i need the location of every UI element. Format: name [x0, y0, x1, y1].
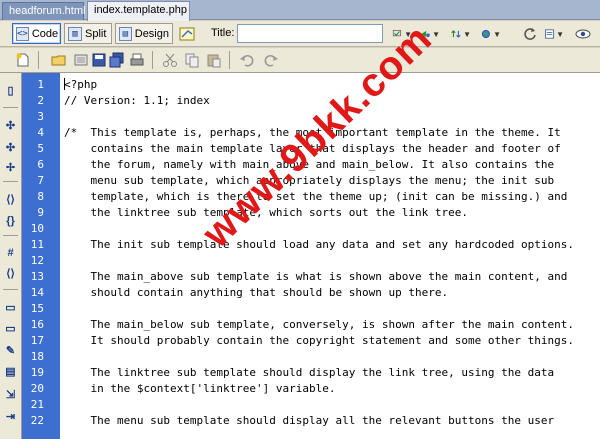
split-view-button[interactable]: ▥ Split [64, 23, 112, 44]
toolbar-separator [3, 289, 18, 290]
line-number: 17 [30, 334, 44, 347]
line-number: 16 [30, 318, 44, 331]
line-number: 7 [37, 174, 44, 187]
code-line: the forum, namely with main_above and ma… [64, 158, 555, 171]
cut-icon[interactable] [161, 51, 179, 69]
line-numbers-icon[interactable]: # [2, 244, 19, 261]
line-number: 22 [30, 414, 44, 427]
save-icon[interactable] [90, 51, 108, 69]
document-tab-bar: headforum.html index.template.php [0, 0, 600, 21]
line-number: 4 [37, 126, 44, 139]
copy-icon[interactable] [183, 51, 201, 69]
code-line: contains the main template layer that di… [64, 142, 561, 155]
code-line: <?php [64, 78, 98, 91]
recent-snippets-icon[interactable]: ▤ [2, 363, 19, 380]
split-view-label: Split [85, 27, 107, 40]
toolbar-separator [3, 107, 18, 108]
line-number: 14 [30, 286, 44, 299]
toolbar-separator [229, 51, 230, 69]
redo-icon[interactable] [262, 51, 280, 69]
title-label: Title: [211, 27, 235, 39]
debug-icon[interactable]: ▼ [451, 24, 471, 44]
wrap-tag-icon[interactable]: ✎ [2, 342, 19, 359]
toolbar-separator [152, 51, 153, 69]
print-icon[interactable] [128, 51, 146, 69]
design-view-label: Design [134, 27, 169, 40]
paste-icon[interactable] [205, 51, 223, 69]
balance-braces-icon[interactable]: {} [2, 212, 19, 229]
line-number: 5 [37, 142, 44, 155]
design-view-icon: ▤ [119, 26, 132, 41]
line-number: 10 [30, 222, 44, 235]
line-number: 1 [37, 78, 44, 91]
line-number: 3 [37, 110, 44, 123]
line-number: 8 [37, 190, 44, 203]
undo-icon[interactable] [238, 51, 256, 69]
line-number: 12 [30, 254, 44, 267]
expand-all-icon[interactable]: ✢ [2, 159, 19, 176]
text-cursor [64, 78, 65, 90]
line-number: 15 [30, 302, 44, 315]
indent-code-icon[interactable]: ⇥ [2, 408, 19, 425]
collapse-selection-icon[interactable]: ✣ [2, 139, 19, 156]
code-view-label: Code [31, 27, 59, 40]
line-number: 20 [30, 382, 44, 395]
line-number: 2 [37, 94, 44, 107]
tab-headforum[interactable]: headforum.html [2, 2, 85, 20]
remove-comment-icon[interactable]: ▭ [2, 320, 19, 337]
code-view-icon: <> [16, 26, 29, 41]
open-folder-icon[interactable] [50, 51, 68, 69]
browse-bridge-icon[interactable] [72, 51, 90, 69]
code-line: The main_above sub template is what is s… [64, 270, 568, 283]
move-css-icon[interactable]: ⇲ [2, 386, 19, 403]
code-line: The init sub template should load any da… [64, 238, 574, 251]
open-documents-icon[interactable]: ▯ [2, 82, 19, 99]
apply-comment-icon[interactable]: ▭ [2, 299, 19, 316]
code-line: The main_below sub template, conversely,… [64, 318, 574, 331]
code-line: menu sub template, which appropriately d… [64, 174, 555, 187]
code-line: in the $context['linktree'] variable. [64, 382, 336, 395]
toolbar-separator [3, 235, 18, 236]
line-number: 11 [30, 238, 44, 251]
split-view-icon: ▥ [68, 26, 82, 41]
line-number: 6 [37, 158, 44, 171]
code-line: It should probably contain the copyright… [64, 334, 574, 347]
file-management-icon[interactable]: ▼ [392, 24, 412, 44]
code-line: The linktree sub template should display… [64, 366, 555, 379]
code-view-button[interactable]: <> Code [12, 23, 61, 44]
view-options-icon[interactable]: ▼ [544, 24, 564, 44]
save-all-icon[interactable] [108, 51, 126, 69]
code-line: should contain anything that should be s… [64, 286, 449, 299]
line-number: 19 [30, 366, 44, 379]
line-number: 21 [30, 398, 44, 411]
refresh-icon[interactable] [520, 24, 540, 44]
code-editor[interactable]: <?php // Version: 1.1; index /* This tem… [60, 73, 600, 439]
toolbar-separator [38, 51, 39, 69]
select-parent-tag-icon[interactable]: ⟨⟩ [2, 191, 19, 208]
highlight-invalid-code-icon[interactable]: ⟨⟩ [2, 265, 19, 282]
collapse-full-tag-icon[interactable]: ✣ [2, 117, 19, 134]
browser-check-icon[interactable]: ▼ [481, 24, 501, 44]
code-line: /* This template is, perhaps, the most i… [64, 126, 561, 139]
toolbar-separator [3, 181, 18, 182]
code-line: // Version: 1.1; index [64, 94, 210, 107]
new-document-icon[interactable] [14, 51, 32, 69]
line-number: 13 [30, 270, 44, 283]
coding-toolbar: ▯ ✣ ✣ ✢ ⟨⟩ {} # ⟨⟩ ▭ ▭ ✎ ▤ ⇲ ⇥ [0, 73, 22, 439]
preview-browser-icon[interactable]: ▼ [420, 24, 440, 44]
live-view-icon[interactable] [178, 24, 198, 44]
line-number-gutter: 1 2 3 4 5 6 7 8 9 10 11 12 13 14 15 16 1… [22, 73, 60, 439]
design-view-button[interactable]: ▤ Design [115, 23, 173, 44]
code-line: The menu sub template should display all… [64, 414, 555, 427]
code-line: the linktree sub template, which sorts o… [64, 206, 468, 219]
visual-aids-icon[interactable] [574, 24, 594, 44]
title-input[interactable] [237, 24, 383, 43]
tab-index-template[interactable]: index.template.php [87, 1, 190, 21]
line-number: 18 [30, 350, 44, 363]
line-number: 9 [37, 206, 44, 219]
code-line: template, which is there to set the them… [64, 190, 568, 203]
